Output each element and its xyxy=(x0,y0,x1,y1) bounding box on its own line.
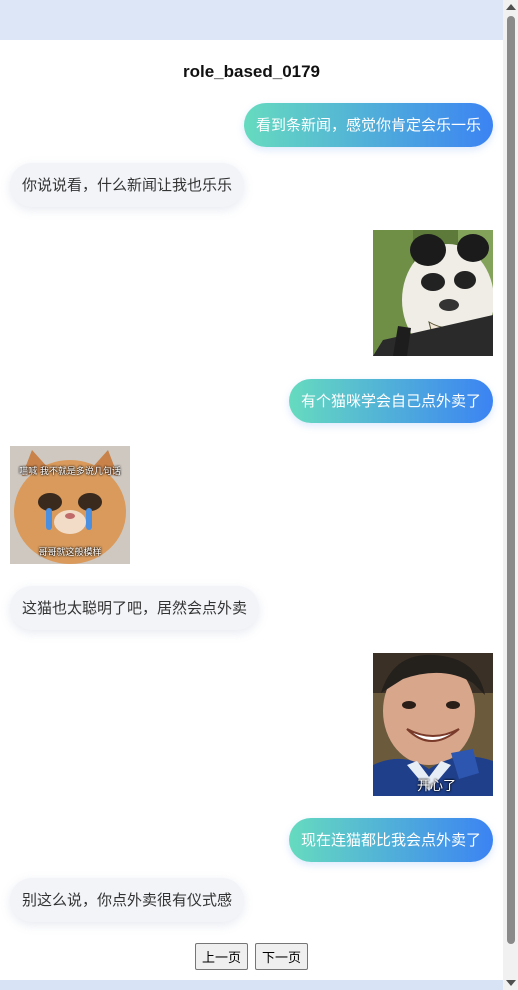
crying-cat-meme-image: 喵喊 我不就是多说几句话 哥哥就这般模样 xyxy=(10,446,130,564)
scroll-up-arrow-icon[interactable] xyxy=(506,4,516,10)
message-bubble-left: 你说说看，什么新闻让我也乐乐 xyxy=(10,163,245,207)
meme-caption: 开心了 xyxy=(417,779,457,794)
message-bubble-right: 有个猫咪学会自己点外卖了 xyxy=(288,379,493,423)
message-bubble-left: 这猫也太聪明了吧，居然会点外卖 xyxy=(10,586,260,630)
scroll-down-arrow-icon[interactable] xyxy=(506,980,516,986)
prev-page-button[interactable]: 上一页 xyxy=(194,943,248,970)
scrollbar-thumb[interactable] xyxy=(507,16,515,944)
message-bubble-right: 看到条新闻，感觉你肯定会乐一乐 xyxy=(243,103,493,147)
page-title: role_based_0179 xyxy=(182,62,321,81)
panda-meme-image xyxy=(373,230,493,356)
chat-panel: role_based_0179 看到条新闻，感觉你肯定会乐一乐 你说说看，什么新… xyxy=(0,40,503,980)
message-bubble-left: 别这么说，你点外卖很有仪式感 xyxy=(10,878,245,922)
meme-caption-bottom: 哥哥就这般模样 xyxy=(38,548,102,558)
next-page-button[interactable]: 下一页 xyxy=(255,943,309,970)
happy-boy-meme-image: 开心了 xyxy=(373,653,493,796)
meme-caption-top: 喵喊 我不就是多说几句话 xyxy=(19,467,121,477)
message-bubble-right: 现在连猫都比我会点外卖了 xyxy=(288,818,493,862)
top-background-band xyxy=(0,0,518,40)
pagination: 上一页 下一页 xyxy=(0,943,503,970)
